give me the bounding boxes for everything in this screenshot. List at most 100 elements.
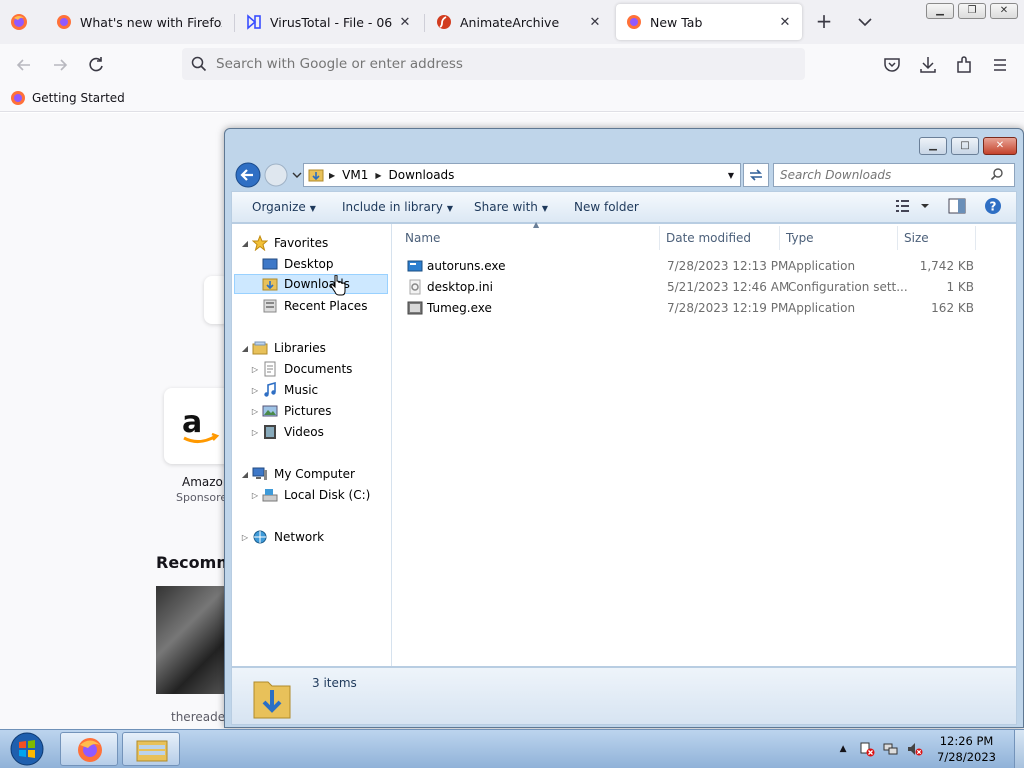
- firefox-view-icon[interactable]: [10, 13, 28, 34]
- refresh-button[interactable]: [743, 163, 769, 187]
- extensions-icon[interactable]: [953, 54, 975, 76]
- hamburger-menu-icon[interactable]: [989, 54, 1011, 76]
- browser-minimize-button[interactable]: ▁: [926, 3, 954, 19]
- back-forward-buttons: [233, 161, 303, 189]
- downloads-icon[interactable]: [917, 54, 939, 76]
- organize-button[interactable]: Organize ▼: [252, 200, 316, 214]
- new-folder-button[interactable]: New folder: [574, 200, 639, 214]
- bookmark-label: Getting Started: [32, 91, 125, 105]
- tab-virustotal[interactable]: VirusTotal - File - 062de0 ✕: [236, 4, 422, 40]
- close-tab-icon[interactable]: ✕: [398, 15, 412, 30]
- back-arrow-icon[interactable]: [13, 54, 35, 76]
- pictures-icon: [262, 403, 278, 419]
- start-button[interactable]: [6, 731, 48, 767]
- search-icon: [190, 55, 208, 73]
- expand-arrow-icon[interactable]: ▷: [240, 533, 250, 542]
- nav-label: Videos: [284, 425, 324, 439]
- browser-tab-bar: What's new with Firefox - VirusTotal - F…: [0, 0, 1024, 44]
- expand-arrow-icon[interactable]: ◢: [240, 470, 250, 479]
- file-name: desktop.ini: [427, 280, 493, 294]
- browser-restore-button[interactable]: ❐: [958, 3, 986, 19]
- breadcrumb-vm1[interactable]: VM1: [338, 168, 372, 182]
- nav-pictures[interactable]: ▷ Pictures: [250, 401, 332, 421]
- explorer-search-input[interactable]: [780, 168, 990, 182]
- action-center-alert-icon[interactable]: [859, 741, 875, 757]
- breadcrumb-downloads[interactable]: Downloads: [385, 168, 459, 182]
- reload-icon[interactable]: [85, 54, 107, 76]
- change-view-icon[interactable]: [894, 198, 934, 217]
- explorer-address-row: ▶ VM1 ▶ Downloads ▼: [231, 161, 1017, 189]
- close-tab-icon[interactable]: ✕: [588, 15, 602, 30]
- nav-label: Recent Places: [284, 299, 368, 313]
- nav-label: Documents: [284, 362, 353, 376]
- file-row[interactable]: Tumeg.exe 7/28/2023 12:19 PM Application…: [407, 298, 997, 319]
- search-icon[interactable]: [990, 167, 1004, 184]
- nav-my-computer[interactable]: ◢ My Computer: [240, 464, 355, 484]
- nav-documents[interactable]: ▷ Documents: [250, 359, 352, 379]
- expand-arrow-icon[interactable]: ▷: [250, 407, 260, 416]
- nav-music[interactable]: ▷ Music: [250, 380, 318, 400]
- volume-muted-icon[interactable]: [907, 741, 923, 757]
- expand-arrow-icon[interactable]: ▷: [250, 428, 260, 437]
- nav-label: Desktop: [284, 257, 334, 271]
- close-tab-icon[interactable]: ✕: [778, 15, 792, 30]
- explorer-titlebar[interactable]: ▁ □ ✕: [225, 129, 1023, 161]
- nav-local-disk[interactable]: ▷ Local Disk (C:): [250, 485, 370, 505]
- expand-arrow-icon[interactable]: ▷: [250, 365, 260, 374]
- explorer-maximize-button[interactable]: □: [951, 137, 979, 155]
- column-header-type[interactable]: Type: [780, 226, 898, 250]
- expand-arrow-icon[interactable]: ▷: [250, 386, 260, 395]
- preview-pane-icon[interactable]: [948, 198, 966, 217]
- nav-libraries[interactable]: ◢ Libraries: [240, 338, 326, 358]
- list-all-tabs-chevron-icon[interactable]: [853, 10, 877, 34]
- address-bar[interactable]: [182, 48, 805, 80]
- expand-arrow-icon[interactable]: ◢: [240, 344, 250, 353]
- file-row[interactable]: autoruns.exe 7/28/2023 12:13 PM Applicat…: [407, 256, 997, 277]
- explorer-close-button[interactable]: ✕: [983, 137, 1017, 155]
- nav-desktop[interactable]: Desktop: [262, 254, 334, 274]
- taskbar-clock[interactable]: 12:26 PM 7/28/2023: [927, 733, 1014, 765]
- explorer-minimize-button[interactable]: ▁: [919, 137, 947, 155]
- file-row[interactable]: desktop.ini 5/21/2023 12:46 AM Configura…: [407, 277, 997, 298]
- new-tab-button[interactable]: +: [812, 10, 836, 34]
- bookmark-getting-started[interactable]: Getting Started: [10, 90, 125, 106]
- forward-arrow-icon[interactable]: [49, 54, 71, 76]
- computer-icon: [252, 466, 268, 482]
- explorer-search-box[interactable]: [773, 163, 1015, 187]
- tab-whats-new[interactable]: What's new with Firefox -: [46, 4, 232, 40]
- desktop-icon: [262, 256, 278, 272]
- file-date: 5/21/2023 12:46 AM: [667, 280, 790, 294]
- nav-downloads[interactable]: Downloads: [234, 274, 388, 294]
- show-hidden-icons-icon[interactable]: ▲: [835, 741, 851, 757]
- tab-new-tab[interactable]: New Tab ✕: [616, 4, 802, 40]
- pocket-icon[interactable]: [881, 54, 903, 76]
- column-header-size[interactable]: Size: [898, 226, 976, 250]
- nav-favorites[interactable]: ◢ Favorites: [240, 233, 328, 253]
- column-header-date[interactable]: Date modified: [660, 226, 780, 250]
- browser-close-button[interactable]: ✕: [990, 3, 1018, 19]
- expand-arrow-icon[interactable]: ▷: [250, 491, 260, 500]
- breadcrumb-arrow-icon[interactable]: ▶: [326, 171, 338, 180]
- explorer-address-bar[interactable]: ▶ VM1 ▶ Downloads ▼: [303, 163, 741, 187]
- tab-animatearchive[interactable]: AnimateArchive ✕: [426, 4, 612, 40]
- network-status-icon[interactable]: [883, 741, 899, 757]
- story-thumbnail[interactable]: [156, 586, 226, 694]
- nav-network[interactable]: ▷ Network: [240, 527, 324, 547]
- include-in-library-button[interactable]: Include in library ▼: [342, 200, 453, 214]
- address-dropdown-icon[interactable]: ▼: [728, 171, 734, 180]
- share-with-button[interactable]: Share with ▼: [474, 200, 548, 214]
- column-header-name[interactable]: Name: [399, 226, 660, 250]
- documents-icon: [262, 361, 278, 377]
- tab-title: New Tab: [650, 14, 703, 30]
- nav-videos[interactable]: ▷ Videos: [250, 422, 324, 442]
- url-input[interactable]: [216, 56, 776, 72]
- expand-arrow-icon[interactable]: ◢: [240, 239, 250, 248]
- network-icon: [252, 529, 268, 545]
- breadcrumb-arrow-icon[interactable]: ▶: [372, 171, 384, 180]
- show-desktop-button[interactable]: [1014, 730, 1024, 768]
- nav-recent-places[interactable]: Recent Places: [262, 296, 367, 316]
- taskbar-firefox[interactable]: [60, 732, 118, 766]
- taskbar-explorer[interactable]: [122, 732, 180, 766]
- downloads-folder-icon: [252, 674, 292, 723]
- help-icon[interactable]: ?: [984, 197, 1002, 218]
